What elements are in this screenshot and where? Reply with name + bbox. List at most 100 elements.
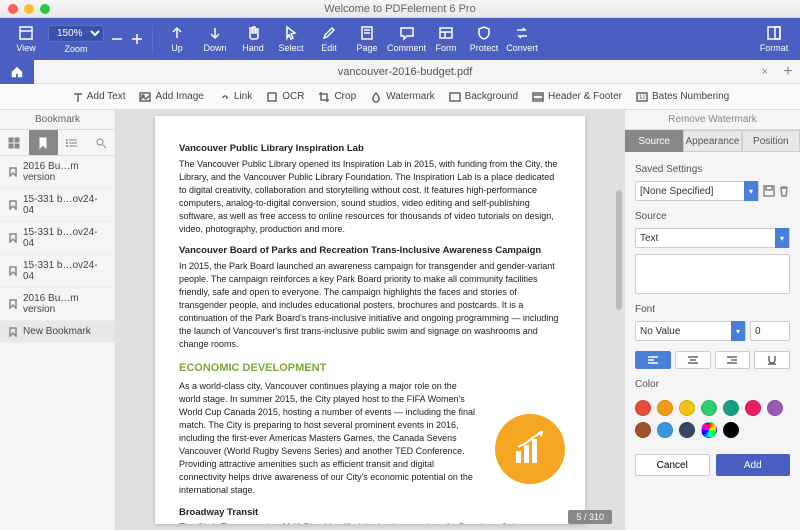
- form-button[interactable]: Form: [428, 20, 464, 58]
- delete-settings-icon[interactable]: [778, 185, 790, 197]
- bookmark-icon: [8, 200, 18, 210]
- outline-tab[interactable]: [58, 130, 87, 155]
- ocr-button[interactable]: OCR: [266, 91, 304, 103]
- link-icon: [218, 91, 230, 103]
- close-tab-button[interactable]: ×: [762, 66, 768, 78]
- paragraph: The Vancouver Public Library opened its …: [179, 158, 561, 236]
- vertical-scrollbar[interactable]: [616, 190, 622, 310]
- align-right-button[interactable]: [715, 351, 751, 369]
- heading: Vancouver Board of Parks and Recreation …: [179, 244, 561, 258]
- pdf-page: Vancouver Public Library Inspiration Lab…: [155, 116, 585, 524]
- arrow-up-icon: [169, 25, 185, 41]
- document-tab[interactable]: vancouver-2016-budget.pdf ×: [34, 66, 776, 78]
- text-align-group: [635, 351, 790, 369]
- hand-button[interactable]: Hand: [235, 20, 271, 58]
- tab-appearance[interactable]: Appearance: [683, 130, 741, 152]
- color-swatch[interactable]: [679, 400, 695, 416]
- color-swatch[interactable]: [701, 400, 717, 416]
- add-text-button[interactable]: Add Text: [71, 91, 126, 103]
- color-swatch[interactable]: [657, 422, 673, 438]
- source-type-select[interactable]: Text▾: [635, 228, 790, 248]
- bookmark-icon: [37, 137, 49, 149]
- convert-button[interactable]: Convert: [504, 20, 540, 58]
- font-size-input[interactable]: 0: [750, 321, 790, 341]
- edit-sub-toolbar: Add Text Add Image Link OCR Crop Waterma…: [0, 84, 800, 110]
- zoom-control[interactable]: 150% Zoom: [46, 20, 106, 58]
- color-swatch[interactable]: [635, 400, 651, 416]
- saved-settings-select[interactable]: [None Specified]▾: [635, 181, 759, 201]
- zoom-in-button[interactable]: [128, 20, 146, 58]
- color-swatch[interactable]: [745, 400, 761, 416]
- app-title: Welcome to PDFelement 6 Pro: [0, 3, 800, 15]
- bates-numbering-button[interactable]: 12Bates Numbering: [636, 91, 729, 103]
- bookmark-item[interactable]: 2016 Bu…m version: [0, 288, 115, 321]
- font-select[interactable]: No Value▾: [635, 321, 746, 341]
- page-indicator[interactable]: 5 / 310: [568, 510, 612, 524]
- crop-button[interactable]: Crop: [318, 91, 356, 103]
- watermark-button[interactable]: Watermark: [370, 91, 435, 103]
- thumbnails-tab[interactable]: [0, 130, 29, 155]
- color-swatch[interactable]: [679, 422, 695, 438]
- source-label: Source: [635, 211, 790, 222]
- hand-icon: [245, 25, 261, 41]
- color-swatch[interactable]: [635, 422, 651, 438]
- new-tab-button[interactable]: +: [776, 63, 800, 81]
- left-panel-tabs: [0, 130, 115, 156]
- page-button[interactable]: Page: [349, 20, 385, 58]
- bookmark-item[interactable]: 15-331 b…ov24-04: [0, 189, 115, 222]
- watermark-tabs: Source Appearance Position: [625, 130, 800, 152]
- color-swatch[interactable]: [723, 400, 739, 416]
- align-center-button[interactable]: [675, 351, 711, 369]
- color-swatch[interactable]: [723, 422, 739, 438]
- bookmark-item[interactable]: 15-331 b…ov24-04: [0, 255, 115, 288]
- home-tab[interactable]: [0, 60, 34, 84]
- bookmark-panel-title: Bookmark: [0, 110, 115, 130]
- bookmark-icon: [8, 266, 18, 276]
- zoom-out-button[interactable]: [108, 20, 126, 58]
- bookmark-item[interactable]: New Bookmark: [0, 321, 115, 343]
- header-footer-button[interactable]: Header & Footer: [532, 91, 622, 103]
- document-viewport[interactable]: Vancouver Public Library Inspiration Lab…: [116, 110, 624, 530]
- watermark-panel: Remove Watermark Source Appearance Posit…: [624, 110, 800, 530]
- zoom-select[interactable]: 150%: [48, 25, 104, 42]
- color-swatch[interactable]: [657, 400, 673, 416]
- text-icon: [71, 91, 83, 103]
- color-swatch[interactable]: [767, 400, 783, 416]
- down-button[interactable]: Down: [197, 20, 233, 58]
- section-heading: ECONOMIC DEVELOPMENT: [179, 361, 561, 377]
- search-icon: [95, 137, 107, 149]
- cancel-button[interactable]: Cancel: [635, 454, 710, 476]
- saved-settings-label: Saved Settings: [635, 164, 790, 175]
- bookmarks-tab[interactable]: [29, 130, 58, 155]
- protect-button[interactable]: Protect: [466, 20, 502, 58]
- bookmark-icon: [8, 327, 18, 337]
- bookmark-icon: [8, 167, 18, 177]
- save-settings-icon[interactable]: [763, 185, 775, 197]
- edit-button[interactable]: Edit: [311, 20, 347, 58]
- bookmark-list: 2016 Bu…m version 15-331 b…ov24-04 15-33…: [0, 156, 115, 530]
- crop-icon: [318, 91, 330, 103]
- link-button[interactable]: Link: [218, 91, 252, 103]
- bookmark-item[interactable]: 15-331 b…ov24-04: [0, 222, 115, 255]
- format-button[interactable]: Format: [756, 20, 792, 58]
- tab-position[interactable]: Position: [742, 130, 800, 152]
- bookmark-icon: [8, 299, 18, 309]
- add-button[interactable]: Add: [716, 454, 791, 476]
- watermark-text-input[interactable]: [635, 254, 790, 294]
- comment-button[interactable]: Comment: [387, 20, 426, 58]
- view-button[interactable]: View: [8, 20, 44, 58]
- color-picker-swatch[interactable]: [701, 422, 717, 438]
- align-left-button[interactable]: [635, 351, 671, 369]
- paragraph: The City's Transportation 2040 Plan iden…: [179, 521, 561, 524]
- select-button[interactable]: Select: [273, 20, 309, 58]
- search-tab[interactable]: [86, 130, 115, 155]
- edit-icon: [321, 25, 337, 41]
- arrow-down-icon: [207, 25, 223, 41]
- underline-button[interactable]: [754, 351, 790, 369]
- bookmark-item[interactable]: 2016 Bu…m version: [0, 156, 115, 189]
- add-image-button[interactable]: Add Image: [139, 91, 203, 103]
- panel-title: Remove Watermark: [625, 110, 800, 130]
- up-button[interactable]: Up: [159, 20, 195, 58]
- tab-source[interactable]: Source: [625, 130, 683, 152]
- background-button[interactable]: Background: [449, 91, 518, 103]
